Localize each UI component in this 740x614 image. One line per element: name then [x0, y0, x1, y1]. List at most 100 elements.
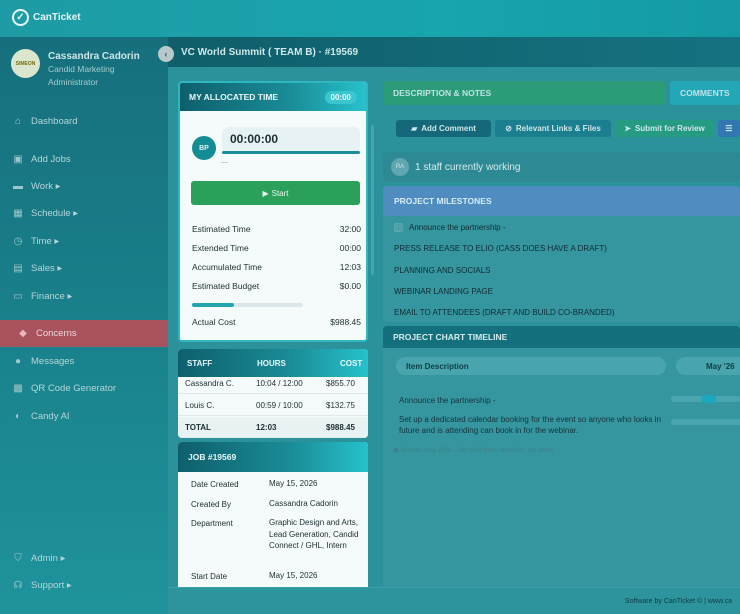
milestone-item[interactable]: PRESS RELEASE TO ELIO (CASS DOES HAVE A …: [394, 244, 607, 253]
total-cost: $988.45: [326, 423, 355, 432]
diamond-icon: ◆: [19, 328, 27, 339]
page-title: VC World Summit ( TEAM B) · #19569: [168, 37, 740, 67]
staff-name: Louis C.: [185, 401, 215, 410]
row-value: $0.00: [339, 281, 361, 291]
top-bar: ✓ CanTicket: [0, 0, 740, 37]
staff-table: STAFF HOURS COST Cassandra C. 10:04 / 12:…: [178, 349, 368, 438]
timeline-window-note: ▦ Window: May 2026 – Oct 2026 (from chec…: [393, 447, 554, 454]
timeline-item: Set up a dedicated calendar booking for …: [399, 415, 661, 435]
sidebar-item-finance[interactable]: ▭ Finance ▸: [0, 286, 168, 306]
time-row: Estimated Budget $0.00: [192, 281, 361, 291]
money-icon: ▤: [13, 262, 23, 274]
briefcase-icon: ▬: [13, 180, 23, 192]
sidebar-item-label: Admin: [31, 552, 58, 564]
timeline-item: Announce the partnership -: [399, 396, 496, 405]
row-value: 00:00: [339, 243, 361, 253]
total-hours: 12:03: [256, 423, 277, 432]
user-org: Candid Marketing: [48, 64, 115, 74]
working-text: 1 staff currently working: [415, 161, 521, 173]
start-date-value: May 15, 2026: [269, 571, 318, 580]
column-header: HOURS: [257, 358, 286, 368]
button-label: Add Comment: [421, 124, 476, 133]
staff-cost: $855.70: [326, 379, 355, 388]
row-label: Accumulated Time: [192, 262, 262, 272]
calendar-icon: ▦: [13, 207, 23, 219]
scrollbar[interactable]: [371, 125, 374, 275]
panel-title: PROJECT MILESTONES: [383, 186, 740, 216]
user-profile[interactable]: SIMEON Cassandra Cadorin Candid Marketin…: [11, 49, 140, 88]
note-text: Window: May 2026 – Oct 2026 (from checkl…: [400, 448, 555, 454]
sidebar-item-label: Concerns: [36, 328, 77, 339]
sidebar-item-concerns[interactable]: ◆ Concerns: [0, 320, 168, 347]
timer-display: 00:00:00: [222, 127, 360, 154]
sidebar-item-time[interactable]: ◷ Time ▸: [0, 231, 168, 251]
app-logo[interactable]: ✓ CanTicket: [12, 9, 81, 26]
list-icon[interactable]: ☰: [718, 120, 740, 137]
relevant-links-button[interactable]: ⊘ Relevant Links & Files: [495, 120, 611, 137]
milestone-item[interactable]: Announce the partnership -: [394, 223, 506, 233]
milestone-item[interactable]: EMAIL TO ATTENDEES (DRAFT AND BUILD CO-B…: [394, 308, 614, 317]
milestone-item[interactable]: PLANNING AND SOCIALS: [394, 266, 490, 275]
sidebar-item-candy-ai[interactable]: ◐ Candy AI: [0, 406, 168, 426]
home-icon: ⌂: [14, 115, 22, 127]
total-label: TOTAL: [185, 423, 211, 432]
chevron-left-icon[interactable]: ‹: [158, 46, 174, 62]
folder-icon: ▭: [13, 290, 23, 302]
start-button[interactable]: ▶ Start: [191, 181, 360, 205]
milestone-item[interactable]: WEBINAR LANDING PAGE: [394, 287, 493, 296]
card-title: JOB #19569: [188, 452, 237, 462]
sidebar-item-schedule[interactable]: ▦ Schedule ▸: [0, 203, 168, 223]
table-row: Cassandra C. 10:04 / 12:00 $855.70: [178, 373, 368, 394]
sidebar-item-dashboard[interactable]: ⌂ Dashboard: [0, 111, 168, 131]
date-created-value: May 15, 2026: [269, 479, 318, 488]
tab-comments[interactable]: COMMENTS: [670, 81, 740, 105]
caret-right-icon: ▸: [54, 262, 63, 274]
sidebar-item-label: Time: [31, 235, 52, 247]
user-role: Administrator: [48, 77, 99, 87]
sidebar-item-support[interactable]: ☊ Support ▸: [0, 575, 168, 595]
card-header: MY ALLOCATED TIME 00:00: [180, 83, 366, 111]
row-label: Estimated Budget: [192, 281, 260, 291]
caret-right-icon: ▸: [64, 579, 72, 591]
sidebar-item-label: Schedule: [31, 207, 71, 219]
app-name: CanTicket: [33, 12, 81, 23]
staff-initials-avatar: RA: [391, 158, 409, 176]
start-label: Start: [271, 188, 289, 198]
budget-progress-fill: [192, 303, 235, 307]
tab-label: DESCRIPTION & NOTES: [393, 88, 492, 98]
sidebar-item-admin[interactable]: ⛉ Admin ▸: [0, 548, 168, 568]
sidebar-item-qr-code[interactable]: ▩ QR Code Generator: [0, 378, 168, 398]
chat-icon: ●: [14, 355, 22, 367]
sidebar-item-messages[interactable]: ● Messages: [0, 351, 168, 371]
add-comment-button[interactable]: ▰ Add Comment: [396, 120, 491, 137]
date-created-label: Date Created: [191, 480, 239, 489]
sidebar-item-label: Candy AI: [31, 410, 70, 422]
time-row: Extended Time 00:00: [192, 243, 361, 253]
tab-label: COMMENTS: [680, 88, 730, 98]
column-header: STAFF: [187, 358, 213, 368]
staff-cost: $132.75: [326, 401, 355, 410]
table-row: Louis C. 00:59 / 10:00 $132.75: [178, 395, 368, 416]
staff-name: Cassandra C.: [185, 379, 234, 388]
shield-icon: ⛉: [14, 552, 22, 564]
department-label: Department: [191, 519, 233, 528]
time-badge: 00:00: [324, 91, 357, 104]
footer: Software by CanTicket © | www.ca: [168, 587, 740, 614]
sidebar-item-add-jobs[interactable]: ▣ Add Jobs: [0, 149, 168, 169]
milestone-label: Announce the partnership -: [409, 223, 506, 232]
project-milestones-panel: PROJECT MILESTONES Announce the partners…: [383, 186, 740, 322]
checkbox[interactable]: [394, 223, 403, 233]
created-by-label: Created By: [191, 500, 232, 509]
submit-for-review-button[interactable]: ➤ Submit for Review: [615, 120, 714, 137]
sidebar-item-work[interactable]: ▬ Work ▸: [0, 176, 168, 196]
timeline-bar[interactable]: [701, 395, 716, 403]
sidebar-item-label: Messages: [31, 355, 75, 367]
sidebar-item-label: QR Code Generator: [31, 382, 117, 394]
sidebar-item-sales[interactable]: ▤ Sales ▸: [0, 258, 168, 278]
sidebar-item-label: Work: [31, 180, 53, 192]
row-value: $988.45: [330, 317, 361, 327]
clock-icon: ◷: [13, 235, 23, 247]
timer-note: —: [221, 159, 228, 166]
tab-description-notes[interactable]: DESCRIPTION & NOTES: [383, 81, 665, 105]
caret-right-icon: ▸: [57, 552, 66, 564]
